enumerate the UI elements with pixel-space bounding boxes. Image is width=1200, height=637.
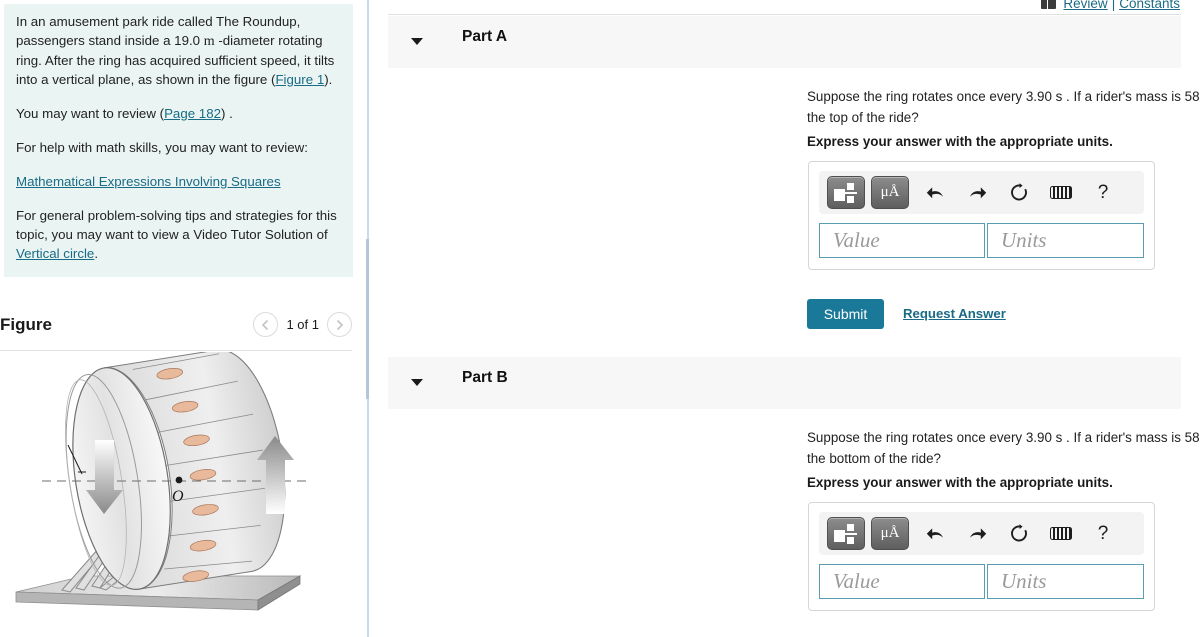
part-a-answer-box: μÅ ? Value Units [808, 161, 1155, 270]
micro-angstrom-icon: μÅ [880, 525, 900, 541]
problem-text-4b: . [94, 246, 99, 261]
part-b-question-text-1: Suppose the ring rotates once every 3.90… [807, 430, 1200, 445]
question-mark-icon: ? [1097, 522, 1109, 544]
part-a-answer-toolbar: μÅ ? [819, 171, 1144, 214]
part-a-units-button[interactable]: μÅ [871, 176, 909, 209]
part-a-header[interactable]: Part A [388, 16, 1181, 68]
page-182-link[interactable]: Page 182 [164, 106, 221, 121]
keyboard-icon [1050, 186, 1072, 199]
math-template-icon [834, 182, 858, 204]
problem-paragraph-3: For help with math skills, you may want … [16, 140, 308, 155]
problem-paragraph-2: You may want to review (Page 182) . [16, 104, 341, 123]
figure-prev-button[interactable] [253, 312, 279, 337]
part-b-undo-button[interactable] [915, 517, 955, 550]
part-a-value-input[interactable]: Value [819, 223, 985, 258]
chevron-right-icon [336, 319, 344, 330]
math-template-icon [834, 523, 858, 545]
part-a-units-input[interactable]: Units [986, 223, 1144, 258]
problem-paragraph-4: For general problem-solving tips and str… [16, 206, 341, 263]
problem-sidebar: In an amusement park ride called The Rou… [0, 0, 367, 637]
problem-statement-box: In an amusement park ride called The Rou… [4, 4, 353, 277]
part-b-answer-toolbar: μÅ ? [819, 512, 1144, 555]
part-a-redo-button[interactable] [957, 176, 997, 209]
part-a-question: Suppose the ring rotates once every 3.90… [807, 87, 1200, 127]
figure-header: Figure 1 of 1 [0, 305, 352, 351]
undo-arrow-icon [926, 187, 943, 199]
chevron-left-icon [262, 319, 269, 330]
part-a-reset-button[interactable] [999, 176, 1039, 209]
redo-arrow-icon [969, 528, 986, 540]
unit-meter: m [203, 34, 215, 49]
roundup-ride-diagram: O [15, 349, 310, 611]
part-a-collapse-caret-down-icon[interactable] [411, 38, 423, 45]
figure-panel-title: Figure [0, 315, 52, 334]
part-b-header[interactable]: Part B [388, 357, 1181, 409]
center-point-label: O [172, 488, 184, 505]
problem-paragraph-math-link: Mathematical Expressions Involving Squar… [16, 172, 341, 191]
part-b-value-input[interactable]: Value [819, 564, 985, 599]
micro-angstrom-icon: μÅ [880, 184, 900, 200]
problem-text-4a: For general problem-solving tips and str… [16, 208, 337, 242]
part-b-collapse-caret-down-icon[interactable] [411, 379, 423, 386]
redo-arrow-icon [969, 187, 986, 199]
book-icon [1041, 0, 1057, 9]
part-b-question: Suppose the ring rotates once every 3.90… [807, 428, 1200, 468]
reset-circular-arrow-icon [1010, 183, 1027, 201]
part-a-help-button[interactable]: ? [1083, 176, 1123, 209]
part-b-reset-button[interactable] [999, 517, 1039, 550]
math-expressions-link[interactable]: Mathematical Expressions Involving Squar… [16, 172, 281, 191]
figure-1-link[interactable]: Figure 1 [275, 72, 324, 87]
part-a-submit-button[interactable]: Submit [807, 299, 884, 329]
top-links-separator: | [1111, 0, 1116, 11]
vertical-circle-link[interactable]: Vertical circle [16, 246, 94, 261]
part-b-math-template-button[interactable] [827, 517, 865, 550]
question-mark-icon: ? [1097, 181, 1109, 203]
part-a-keyboard-button[interactable] [1041, 176, 1081, 209]
part-a-request-answer-link[interactable]: Request Answer [903, 306, 1006, 321]
part-b-redo-button[interactable] [957, 517, 997, 550]
part-a-undo-button[interactable] [915, 176, 955, 209]
part-a-question-text-1: Suppose the ring rotates once every 3.90… [807, 89, 1200, 104]
reset-circular-arrow-icon [1010, 524, 1027, 542]
top-divider [388, 14, 1181, 15]
figure-pager-label: 1 of 1 [286, 317, 319, 332]
figure-pager: 1 of 1 [253, 312, 352, 337]
keyboard-icon [1050, 527, 1072, 540]
undo-arrow-icon [926, 528, 943, 540]
review-link[interactable]: Review [1063, 0, 1107, 11]
problem-text-1c: ). [324, 72, 333, 87]
answer-panel: Review | Constants Part A Suppose the ri… [369, 0, 1200, 637]
part-a-math-template-button[interactable] [827, 176, 865, 209]
problem-text-2b: ) . [221, 106, 233, 121]
part-a-answer-fields: Value Units [819, 223, 1144, 258]
part-b-express-instruction: Express your answer with the appropriate… [807, 475, 1113, 490]
part-b-keyboard-button[interactable] [1041, 517, 1081, 550]
part-a-express-instruction: Express your answer with the appropriate… [807, 134, 1113, 149]
part-b-answer-box: μÅ ? Value Units [808, 502, 1155, 611]
panel-top-links: Review | Constants [1041, 0, 1180, 11]
problem-text-2a: You may want to review ( [16, 106, 165, 121]
problem-paragraph-1: In an amusement park ride called The Rou… [16, 12, 341, 89]
page-root: In an amusement park ride called The Rou… [0, 0, 1200, 637]
part-b-title: Part B [462, 369, 508, 386]
figure-next-button[interactable] [327, 312, 352, 337]
figure-image: O Rotation axis [0, 349, 352, 637]
part-b-help-button[interactable]: ? [1083, 517, 1123, 550]
part-b-answer-fields: Value Units [819, 564, 1144, 599]
part-b-units-button[interactable]: μÅ [871, 517, 909, 550]
part-b-units-input[interactable]: Units [986, 564, 1144, 599]
constants-link[interactable]: Constants [1119, 0, 1180, 11]
part-a-title: Part A [462, 28, 508, 45]
